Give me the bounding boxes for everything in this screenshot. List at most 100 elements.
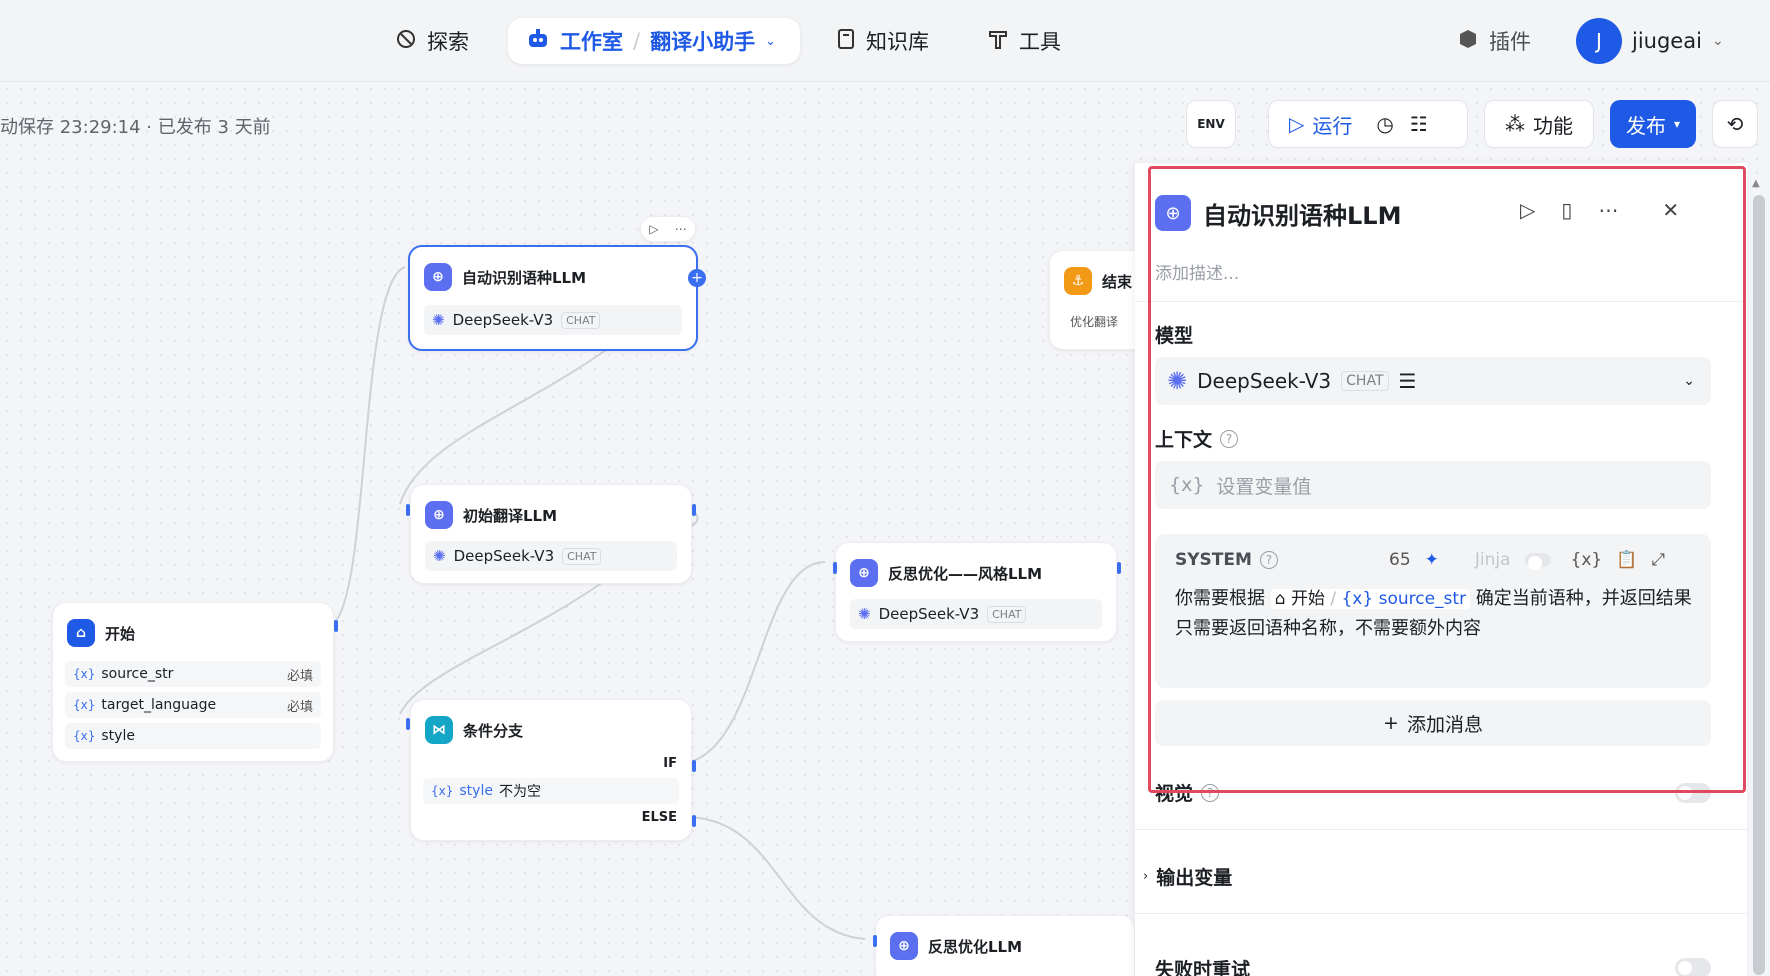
panel-title[interactable]: 自动识别语种LLM bbox=[1203, 196, 1401, 231]
description-input[interactable]: 添加描述... bbox=[1155, 259, 1239, 284]
cond-op: 不为空 bbox=[498, 784, 541, 800]
version-history-button[interactable]: ⟲ bbox=[1712, 100, 1758, 148]
system-prompt-text[interactable]: 你需要根据 ⌂ 开始 / {x} source_str 确定当前语种，并返回结果… bbox=[1175, 584, 1695, 644]
settings-sliders-icon[interactable]: ☰ bbox=[1399, 369, 1417, 393]
nav-plugins[interactable]: 插件 bbox=[1457, 18, 1531, 64]
add-message-button[interactable]: + 添加消息 bbox=[1155, 700, 1711, 746]
input-port[interactable] bbox=[833, 562, 837, 574]
hammer-icon bbox=[987, 28, 1009, 55]
play-icon[interactable]: ▷ bbox=[649, 222, 658, 236]
node-title: 结束 bbox=[1102, 272, 1133, 291]
panel-scrollbar[interactable] bbox=[1753, 195, 1765, 975]
output-port[interactable] bbox=[334, 620, 338, 632]
add-message-label: 添加消息 bbox=[1406, 713, 1483, 736]
help-icon[interactable]: ? bbox=[1259, 551, 1278, 569]
vision-label: 视觉 bbox=[1155, 783, 1194, 805]
node-header: ⚓ 结束 bbox=[1064, 267, 1132, 295]
system-prompt-card: SYSTEM ? 65 ✦ Jinja {x} 📋 ⤢ 你需要根据 ⌂ 开始 /… bbox=[1155, 534, 1711, 688]
more-icon[interactable]: ⋯ bbox=[1598, 198, 1618, 222]
var-row: {x} target_language 必填 bbox=[65, 692, 321, 718]
context-input[interactable]: {x} 设置变量值 bbox=[1155, 461, 1711, 509]
env-button[interactable]: ENV bbox=[1186, 100, 1236, 148]
deepseek-icon: ✺ bbox=[1167, 367, 1188, 395]
nav-studio-label: 工作室 bbox=[560, 30, 623, 54]
var-row: {x} style bbox=[65, 723, 321, 749]
nav-studio[interactable]: 工作室 / 翻译小助手 ⌄ bbox=[508, 18, 800, 64]
robot-icon bbox=[526, 28, 550, 55]
node-header: ⋈ 条件分支 bbox=[425, 716, 523, 744]
model-section-title: 模型 bbox=[1155, 321, 1193, 348]
nav-tools[interactable]: 工具 bbox=[987, 18, 1061, 64]
nav-plugins-label: 插件 bbox=[1489, 30, 1531, 54]
clipboard-icon[interactable]: 📋 bbox=[1616, 550, 1637, 570]
condition-row: {x} style 不为空 bbox=[423, 778, 679, 804]
input-port[interactable] bbox=[406, 504, 410, 516]
variable-icon: {x} bbox=[73, 667, 96, 681]
deepseek-icon: ✺ bbox=[433, 547, 446, 565]
features-button[interactable]: ⁂ 功能 bbox=[1484, 100, 1594, 148]
chevron-down-icon: ⌄ bbox=[1711, 33, 1724, 49]
output-port[interactable] bbox=[1117, 562, 1121, 574]
model-select[interactable]: ✺ DeepSeek-V3 CHAT ☰ ⌄ bbox=[1155, 357, 1711, 405]
node-auto-detect[interactable]: ⊕ 自动识别语种LLM ✺ DeepSeek-V3 CHAT + bbox=[408, 245, 706, 351]
panel-header: ⊕ 自动识别语种LLM bbox=[1155, 195, 1401, 231]
input-port[interactable] bbox=[406, 718, 410, 730]
chevron-right-icon: › bbox=[1143, 869, 1149, 884]
retry-toggle[interactable] bbox=[1675, 958, 1711, 976]
output-label: 输出变量 bbox=[1156, 867, 1233, 889]
output-port[interactable] bbox=[692, 504, 696, 516]
node-reflect[interactable]: ⊕ 反思优化LLM bbox=[875, 915, 1135, 976]
help-icon[interactable]: ? bbox=[1220, 429, 1239, 448]
chevron-down-icon[interactable]: ⌄ bbox=[765, 34, 776, 49]
top-nav: 探索 工作室 / 翻译小助手 ⌄ 知识库 工具 插件 J jiugeai ⌄ bbox=[0, 0, 1770, 82]
variable-reference[interactable]: ⌂ 开始 / {x} source_str bbox=[1270, 589, 1471, 609]
checklist-icon[interactable]: ☷ bbox=[1410, 112, 1428, 136]
nav-knowledge[interactable]: 知识库 bbox=[836, 18, 929, 64]
scroll-up-icon[interactable]: ▲ bbox=[1752, 178, 1760, 189]
node-header: ⌂ 开始 bbox=[67, 619, 135, 647]
close-icon[interactable]: ✕ bbox=[1662, 198, 1679, 222]
chat-tag: CHAT bbox=[561, 311, 601, 329]
node-branch[interactable]: ⋈ 条件分支 IF {x} style 不为空 ELSE bbox=[410, 699, 692, 841]
ref-var: source_str bbox=[1378, 589, 1467, 609]
output-port[interactable] bbox=[692, 815, 696, 827]
home-icon: ⌂ bbox=[67, 619, 95, 647]
node-start[interactable]: ⌂ 开始 {x} source_str 必填 {x} target_langua… bbox=[52, 602, 334, 762]
output-port[interactable] bbox=[692, 760, 696, 772]
vision-toggle[interactable] bbox=[1675, 783, 1711, 803]
node-header: ⊕ 反思优化LLM bbox=[890, 932, 1022, 960]
more-icon[interactable]: ⋯ bbox=[675, 222, 687, 236]
node-end[interactable]: ⚓ 结束 优化翻译 bbox=[1049, 250, 1149, 350]
add-node-icon[interactable]: + bbox=[688, 269, 706, 287]
help-icon[interactable]: ? bbox=[1201, 783, 1220, 802]
node-initial-translate[interactable]: ⊕ 初始翻译LLM ✺ DeepSeek-V3 CHAT bbox=[410, 484, 692, 584]
divider bbox=[1135, 829, 1747, 830]
node-title: 反思优化LLM bbox=[928, 937, 1023, 956]
user-menu[interactable]: J jiugeai ⌄ bbox=[1576, 18, 1724, 64]
history-icon[interactable]: ◷ bbox=[1376, 112, 1393, 136]
chevron-down-icon: ▾ bbox=[1673, 117, 1681, 131]
publish-button[interactable]: 发布 ▾ bbox=[1610, 100, 1696, 148]
input-port[interactable] bbox=[873, 935, 877, 947]
prompt-text-post: 确定当前语种，并返回结果 bbox=[1475, 588, 1692, 609]
expand-icon[interactable]: ⤢ bbox=[1651, 550, 1665, 570]
sparkle-icon[interactable]: ✦ bbox=[1425, 550, 1439, 570]
model-label: 模型 bbox=[1155, 325, 1194, 347]
nav-explore[interactable]: 探索 bbox=[395, 18, 469, 64]
play-icon[interactable]: ▷ bbox=[1520, 198, 1535, 222]
node-reflect-style[interactable]: ⊕ 反思优化——风格LLM ✺ DeepSeek-V3 CHAT bbox=[835, 542, 1117, 642]
retry-label: 失败时重试 bbox=[1155, 959, 1251, 976]
node-header: ⊕ 自动识别语种LLM bbox=[424, 263, 586, 291]
model-name: DeepSeek-V3 bbox=[878, 605, 980, 623]
book-icon[interactable]: ▯ bbox=[1561, 198, 1572, 222]
jinja-toggle[interactable] bbox=[1524, 553, 1551, 570]
required-label: 必填 bbox=[286, 668, 313, 684]
app-name[interactable]: 翻译小助手 bbox=[650, 26, 755, 56]
run-group: ▷ 运行 ◷ ☷ bbox=[1268, 100, 1468, 148]
node-config-panel: ⊕ 自动识别语种LLM ▷ ▯ ⋯ ✕ 添加描述... 模型 ✺ DeepSee… bbox=[1135, 163, 1747, 976]
output-section-title[interactable]: › 输出变量 bbox=[1143, 863, 1232, 890]
variable-icon[interactable]: {x} bbox=[1571, 550, 1603, 570]
plus-icon: + bbox=[1383, 712, 1399, 734]
run-button[interactable]: 运行 bbox=[1312, 110, 1352, 139]
play-icon[interactable]: ▷ bbox=[1289, 112, 1304, 136]
